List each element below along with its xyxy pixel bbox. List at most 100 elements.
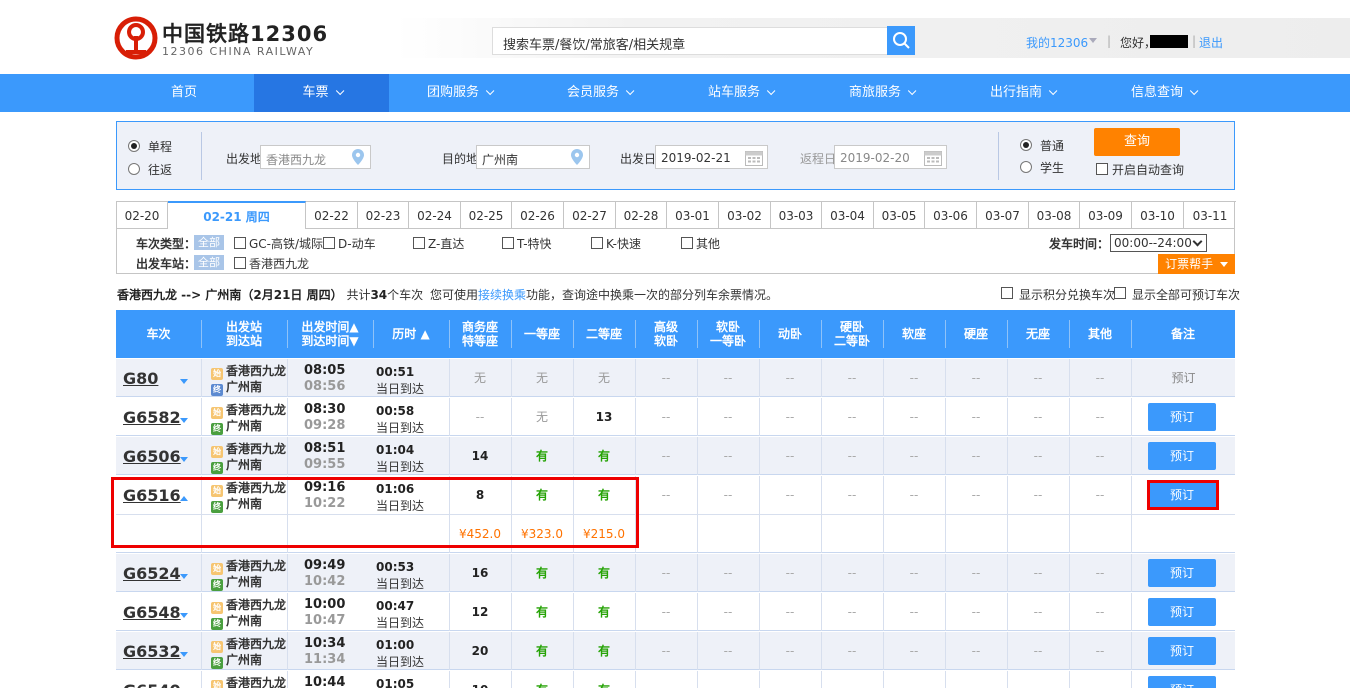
- seat-availability[interactable]: 有: [511, 632, 573, 670]
- date-tab[interactable]: 03-11: [1184, 201, 1236, 229]
- seat-availability[interactable]: 有: [511, 437, 573, 475]
- seat-availability[interactable]: 有: [511, 593, 573, 631]
- date-tab[interactable]: 03-06: [925, 201, 977, 229]
- seat-availability[interactable]: 有: [573, 632, 635, 670]
- radio-student[interactable]: [1020, 161, 1032, 173]
- date-tab[interactable]: 03-04: [822, 201, 874, 229]
- my12306-link[interactable]: 我的12306: [1026, 34, 1088, 51]
- chevron-down-icon[interactable]: [180, 574, 188, 579]
- search-button[interactable]: [887, 26, 915, 55]
- type-checkbox[interactable]: [591, 237, 603, 249]
- china-railway-logo-icon[interactable]: [114, 16, 158, 60]
- date-tab[interactable]: 02-28: [616, 201, 667, 229]
- book-button[interactable]: 预订: [1148, 442, 1216, 470]
- type-checkbox[interactable]: [323, 237, 335, 249]
- date-tab[interactable]: 03-09: [1080, 201, 1132, 229]
- type-checkbox[interactable]: [681, 237, 693, 249]
- date-tab[interactable]: 03-02: [719, 201, 771, 229]
- from-station-input[interactable]: 香港西九龙: [260, 145, 371, 169]
- seat-availability[interactable]: 14: [449, 437, 511, 475]
- depart-date-input[interactable]: 2019-02-21: [655, 145, 768, 169]
- train-type-all[interactable]: 全部: [194, 235, 224, 250]
- date-tab[interactable]: 03-05: [874, 201, 925, 229]
- radio-normal[interactable]: [1020, 139, 1032, 151]
- points-trains-checkbox[interactable]: [1001, 287, 1013, 299]
- type-checkbox[interactable]: [234, 237, 246, 249]
- return-date-input[interactable]: 2019-02-20: [834, 145, 947, 169]
- seat-availability[interactable]: 无: [449, 359, 511, 397]
- nav-member[interactable]: 会员服务: [529, 74, 669, 112]
- nav-info[interactable]: 信息查询: [1093, 74, 1233, 112]
- train-number[interactable]: G6540: [123, 681, 181, 688]
- date-tab[interactable]: 02-20: [117, 201, 168, 229]
- transfer-link[interactable]: 接续换乘: [478, 288, 526, 302]
- seat-availability[interactable]: 13: [573, 398, 635, 436]
- type-checkbox[interactable]: [502, 237, 514, 249]
- nav-home[interactable]: 首页: [114, 74, 254, 112]
- auto-query-checkbox[interactable]: [1096, 163, 1108, 175]
- nav-business[interactable]: 商旅服务: [811, 74, 951, 112]
- nav-group[interactable]: 团购服务: [389, 74, 529, 112]
- seat-availability[interactable]: 有: [511, 554, 573, 592]
- train-number[interactable]: G6582: [123, 408, 181, 427]
- chevron-down-icon[interactable]: [180, 613, 188, 618]
- seat-availability[interactable]: 20: [449, 632, 511, 670]
- date-tab[interactable]: 03-01: [667, 201, 719, 229]
- book-button[interactable]: 预订: [1148, 598, 1216, 626]
- nav-station[interactable]: 站车服务: [670, 74, 810, 112]
- seat-availability[interactable]: --: [449, 398, 511, 436]
- date-tab[interactable]: 02-22: [306, 201, 358, 229]
- date-tab[interactable]: 02-27: [564, 201, 616, 229]
- station-all[interactable]: 全部: [194, 255, 224, 270]
- book-button[interactable]: 预订: [1148, 676, 1216, 688]
- seat-availability[interactable]: 有: [511, 671, 573, 688]
- nav-tickets[interactable]: 车票: [254, 74, 389, 112]
- train-number[interactable]: G6548: [123, 603, 181, 622]
- nav-guide[interactable]: 出行指南: [952, 74, 1092, 112]
- book-button[interactable]: 预订: [1148, 637, 1216, 665]
- train-number[interactable]: G80: [123, 369, 158, 388]
- seat-availability[interactable]: 16: [449, 554, 511, 592]
- date-tab[interactable]: 03-03: [771, 201, 822, 229]
- date-tab-active[interactable]: 02-21 周四: [168, 201, 306, 230]
- seat-availability[interactable]: 有: [573, 593, 635, 631]
- query-button[interactable]: 查询: [1094, 128, 1180, 156]
- seat-availability[interactable]: 12: [449, 593, 511, 631]
- column-header[interactable]: 历时 ▲: [373, 310, 449, 358]
- seat-availability[interactable]: 有: [573, 671, 635, 688]
- seat-availability[interactable]: 无: [573, 359, 635, 397]
- train-number[interactable]: G6532: [123, 642, 181, 661]
- seat-availability[interactable]: 10: [449, 671, 511, 688]
- radio-roundtrip[interactable]: [128, 163, 140, 175]
- seat-availability[interactable]: 有: [573, 554, 635, 592]
- book-button[interactable]: 预订: [1148, 403, 1216, 431]
- all-bookable-checkbox[interactable]: [1114, 287, 1126, 299]
- train-number[interactable]: G6506: [123, 447, 181, 466]
- chevron-down-icon[interactable]: [180, 652, 188, 657]
- book-button[interactable]: 预订: [1148, 559, 1216, 587]
- date-tab[interactable]: 02-24: [409, 201, 461, 229]
- seat-availability[interactable]: 有: [573, 437, 635, 475]
- date-tab[interactable]: 03-10: [1132, 201, 1184, 229]
- search-input[interactable]: 搜索车票/餐饮/常旅客/相关规章: [492, 27, 888, 55]
- chevron-down-icon[interactable]: [1089, 38, 1097, 43]
- station-checkbox[interactable]: [234, 257, 246, 269]
- date-tab[interactable]: 02-23: [358, 201, 409, 229]
- date-tab[interactable]: 02-25: [461, 201, 512, 229]
- train-number[interactable]: G6524: [123, 564, 181, 583]
- date-tab[interactable]: 03-08: [1029, 201, 1080, 229]
- to-station-input[interactable]: 广州南: [476, 145, 590, 169]
- type-checkbox[interactable]: [413, 237, 425, 249]
- chevron-down-icon[interactable]: [180, 457, 188, 462]
- chevron-down-icon[interactable]: [180, 379, 188, 384]
- depart-time-select[interactable]: 00:00--24:00: [1110, 234, 1207, 252]
- chevron-down-icon[interactable]: [180, 418, 188, 423]
- logout-link[interactable]: 退出: [1199, 34, 1223, 51]
- column-header[interactable]: 出发时间▲ 到达时间▼: [287, 310, 373, 358]
- seat-availability[interactable]: 无: [511, 359, 573, 397]
- date-tab[interactable]: 03-07: [977, 201, 1029, 229]
- seat-availability[interactable]: 无: [511, 398, 573, 436]
- radio-oneway[interactable]: [128, 140, 140, 152]
- date-tab[interactable]: 02-26: [512, 201, 564, 229]
- booking-helper-button[interactable]: 订票帮手: [1158, 254, 1235, 274]
